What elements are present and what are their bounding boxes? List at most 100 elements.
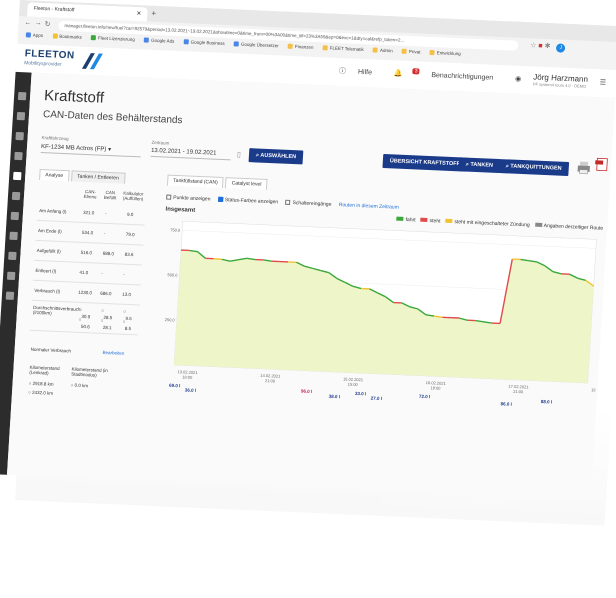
bookmark-item[interactable]: Admin bbox=[372, 47, 393, 53]
avg-radio[interactable]: ○ 9.5 bbox=[123, 309, 132, 321]
data-label: 36.0 l bbox=[185, 388, 197, 393]
help-button[interactable]: ⓘ Hilfe bbox=[339, 68, 372, 76]
vehicle-select[interactable]: KF-1234 MB Actros (FP) ▾ bbox=[40, 143, 142, 158]
chevron-down-icon: ▾ bbox=[107, 146, 112, 154]
bookmark-item[interactable]: Google Übersetzer bbox=[233, 41, 279, 48]
receipts-button[interactable]: ⌕ TANKQUITTUNGEN bbox=[498, 159, 569, 177]
x-tick-label: 18:00 bbox=[182, 374, 193, 379]
chart-options: Punkte anzeigen Status-Farben anzeigen S… bbox=[166, 194, 399, 211]
star-icon[interactable]: ☆ bbox=[530, 42, 537, 49]
logo[interactable]: FLEETON Mobilitysprovider bbox=[24, 48, 103, 70]
points-checkbox[interactable]: Punkte anzeigen bbox=[166, 194, 211, 202]
close-icon[interactable]: ✕ bbox=[136, 10, 141, 17]
printer-icon[interactable] bbox=[576, 160, 591, 175]
x-tick-label: 18.02.2021 bbox=[591, 387, 605, 393]
main-content: Kraftstoff CAN-Daten des Behälterstands … bbox=[6, 72, 616, 501]
column-header: CAN-Ebene bbox=[83, 188, 97, 200]
sidebar-item-reports[interactable] bbox=[11, 191, 21, 201]
select-button[interactable]: ⌕ AUSWÄHLEN bbox=[248, 148, 304, 165]
period-input[interactable]: 13.02.2021 - 19.02.2021 bbox=[150, 147, 232, 161]
y-tick-label: 500.0 bbox=[167, 272, 178, 277]
refuel-button[interactable]: ⌕ TANKEN bbox=[458, 157, 501, 174]
legend-item[interactable]: steht bbox=[415, 217, 441, 225]
sidebar-item-documents[interactable] bbox=[10, 211, 20, 221]
y-tick-label: 250.0 bbox=[165, 317, 176, 322]
sidebar-item-settings[interactable] bbox=[5, 291, 15, 300]
pdf-icon[interactable] bbox=[595, 157, 610, 172]
tab-tank-level[interactable]: Tankfüllstand (CAN) bbox=[166, 174, 225, 189]
avg-radio[interactable]: ○ 8.5 bbox=[122, 319, 131, 331]
user-icon: ◉ bbox=[514, 75, 522, 83]
sidebar-item-calendar[interactable] bbox=[6, 271, 16, 281]
profile-icon[interactable]: J bbox=[556, 43, 566, 53]
vehicle-label: Kraftfahrzeug bbox=[41, 135, 69, 142]
column-header: CAN Befüllt bbox=[103, 189, 117, 201]
menu-icon[interactable]: ☰ bbox=[600, 79, 607, 86]
new-tab-icon[interactable]: + bbox=[151, 9, 156, 18]
legend-label: Angaben derzeitiger Route bbox=[543, 223, 604, 232]
data-label: 88.0 l bbox=[541, 399, 553, 404]
notification-count: 3 bbox=[412, 68, 420, 75]
edit-link[interactable]: Bearbeiten bbox=[102, 350, 124, 356]
x-tick-label: 15:00 bbox=[596, 392, 605, 397]
sidebar-item-map[interactable] bbox=[16, 111, 26, 121]
x-tick-label: 21:00 bbox=[265, 378, 276, 383]
tab-catalyst-level[interactable]: Catalyst level bbox=[225, 177, 268, 190]
sidebar-item-fuel[interactable] bbox=[13, 171, 22, 181]
bookmark-item[interactable]: Bookmarks bbox=[52, 33, 82, 40]
avg-radio[interactable]: ○ 28.5 bbox=[101, 308, 112, 320]
forward-icon[interactable]: → bbox=[34, 20, 41, 27]
km-radio[interactable]: ○ 2432.0 km bbox=[28, 390, 53, 396]
bookmark-item[interactable]: Apps bbox=[25, 32, 43, 38]
data-label: 72.0 l bbox=[419, 394, 431, 399]
bookmark-item[interactable]: Google Ads bbox=[143, 37, 175, 44]
y-tick-label: 750.0 bbox=[170, 227, 181, 232]
legend-item[interactable]: fahrt bbox=[391, 216, 416, 223]
brand-name: FLEETON bbox=[24, 48, 76, 62]
data-label: 69.0 l bbox=[169, 383, 181, 388]
avg-radio[interactable]: ○ 28.1 bbox=[100, 318, 111, 330]
calendar-icon[interactable]: ▯ bbox=[237, 151, 241, 159]
km-section: Kilometerstand (Lenkrad) Kilometerstand … bbox=[27, 364, 108, 396]
chart-tabs: Tankfüllstand (CAN) Catalyst level bbox=[166, 174, 270, 190]
routes-link[interactable]: Routen in diesem Zeitraum bbox=[339, 202, 399, 211]
analysis-tabs: Analyse Tanken / Entleeren bbox=[39, 168, 127, 184]
header-actions: ⓘ Hilfe 🔔 3 Benachrichtigungen ◉ Jörg Har… bbox=[329, 64, 607, 90]
avg-radio[interactable]: ○ 50.6 bbox=[78, 317, 89, 329]
bookmark-item[interactable]: Privat bbox=[401, 48, 421, 55]
back-icon[interactable]: ← bbox=[24, 19, 31, 26]
notifications-button[interactable]: 🔔 3 Benachrichtigungen bbox=[384, 68, 496, 82]
reload-icon[interactable]: ↻ bbox=[44, 20, 50, 28]
browser-actions: ☆ ■ ✱ J bbox=[530, 41, 566, 53]
fuel-segment bbox=[213, 257, 223, 261]
km-radio[interactable]: ○ 2918.8 km bbox=[28, 381, 53, 387]
sidebar-item-vehicles[interactable] bbox=[15, 131, 24, 141]
avg-radio[interactable]: ○ 30.9 bbox=[79, 307, 90, 319]
data-label: 38.0 l bbox=[329, 394, 341, 399]
sidebar-item-trips[interactable] bbox=[9, 231, 18, 241]
fuel-stats-table: CAN-Ebene CAN Befüllt Kalkulator (Auffül… bbox=[25, 187, 146, 409]
user-menu[interactable]: ◉ Jörg Harzmann PF system4 tours 4.0 · D… bbox=[505, 72, 590, 89]
puzzle-icon[interactable]: ✱ bbox=[544, 43, 550, 50]
bookmark-item[interactable]: Finanzen bbox=[287, 43, 314, 50]
bookmark-item[interactable]: Fleet Lizenzierung bbox=[90, 35, 135, 42]
tab-tanken-entleeren[interactable]: Tanken / Entleeren bbox=[70, 170, 126, 184]
avg-consumption-row: Durchschnittsverbrauch (l/100km) ○ 30.9 … bbox=[29, 300, 140, 336]
legend-swatch bbox=[420, 217, 428, 222]
bookmark-item[interactable]: FLEET Telematik bbox=[322, 45, 364, 52]
km-radio[interactable]: ○ 0.0 km bbox=[70, 383, 88, 389]
sidebar-item-users[interactable] bbox=[8, 251, 17, 261]
bookmark-item[interactable]: Entwicklung bbox=[429, 49, 461, 56]
fuel-overview-button[interactable]: ÜBERSICHT KRAFTSTOFF bbox=[382, 153, 468, 172]
fuel-level-chart: 750.0500.0250.013.02.202118:00 14.02.2021… bbox=[165, 221, 605, 407]
switch-inputs-checkbox[interactable]: Schaltereingänge bbox=[285, 199, 332, 208]
sidebar-item-dashboard[interactable] bbox=[17, 92, 27, 101]
user-org: PF system4 tours 4.0 · DEMO bbox=[532, 81, 587, 89]
legend-swatch bbox=[534, 222, 542, 227]
search-icon: ⌕ bbox=[505, 163, 510, 170]
status-colors-checkbox[interactable]: Status-Farben anzeigen bbox=[217, 196, 278, 205]
tab-analyse[interactable]: Analyse bbox=[39, 168, 70, 182]
extension-icon[interactable]: ■ bbox=[538, 43, 543, 50]
bookmark-item[interactable]: Google Business bbox=[183, 39, 225, 46]
sidebar-item-info[interactable] bbox=[14, 151, 23, 161]
